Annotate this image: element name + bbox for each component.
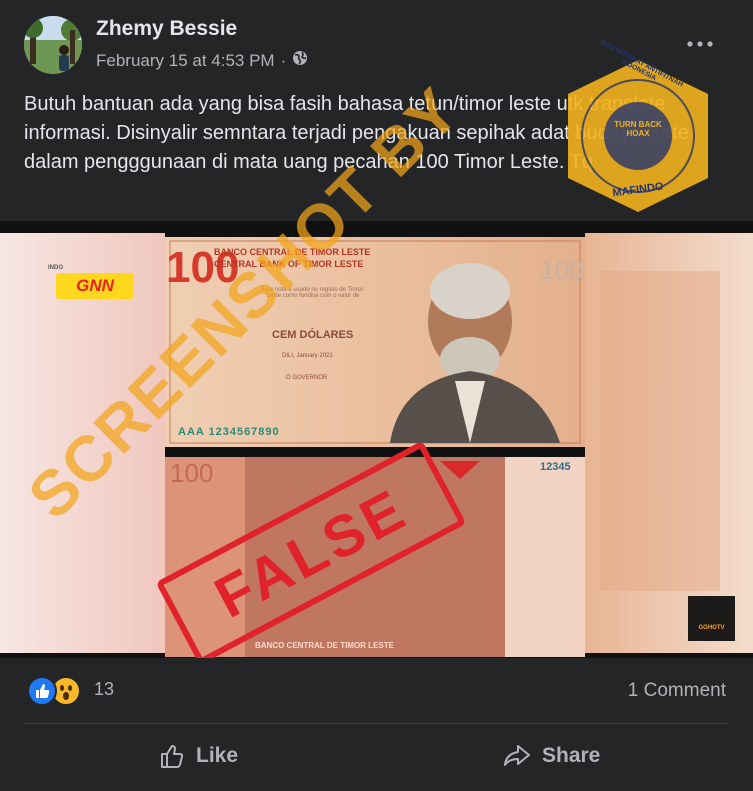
meta-separator: · [280, 50, 287, 70]
like-button[interactable]: Like [158, 733, 238, 779]
post-meta: February 15 at 4:53 PM · [96, 50, 308, 71]
timestamp[interactable]: February 15 at 4:53 PM [96, 51, 275, 71]
comment-count[interactable]: 1 Comment [628, 680, 726, 702]
thumbs-up-icon [161, 745, 184, 768]
share-button[interactable]: Share [502, 733, 600, 779]
like-reaction-icon [27, 676, 57, 706]
post-image[interactable]: 100 100 BANCO CENTRAL DE TIMOR LESTE CEN… [0, 221, 753, 658]
more-options-button[interactable] [680, 26, 720, 62]
mafindo-name: MAFINDO [611, 180, 665, 200]
avatar-photo [24, 16, 82, 74]
action-divider [24, 723, 729, 724]
share-label: Share [542, 744, 601, 767]
post-header: Zhemy Bessie February 15 at 4:53 PM · [0, 0, 753, 85]
like-label: Like [196, 744, 239, 767]
ellipsis-icon [687, 41, 713, 47]
reaction-count[interactable]: 13 [94, 679, 114, 700]
globe-icon [292, 50, 308, 71]
reaction-icons[interactable] [27, 676, 81, 706]
author-name[interactable]: Zhemy Bessie [96, 17, 237, 41]
post-text: Butuh bantuan ada yang bisa fasih bahasa… [24, 93, 689, 173]
share-icon [504, 745, 530, 766]
banknote-image [0, 233, 753, 657]
avatar[interactable] [24, 16, 82, 74]
